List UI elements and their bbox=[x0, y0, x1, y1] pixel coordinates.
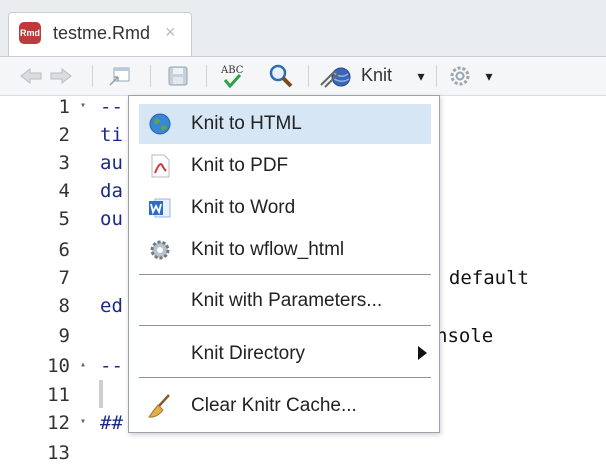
gutter-line: 10 ▴ bbox=[47, 355, 86, 377]
toolbar-separator bbox=[206, 65, 207, 87]
broom-icon bbox=[147, 393, 173, 419]
menu-item-knit-to-wflow-html[interactable]: Knit to wflow_html bbox=[139, 230, 431, 270]
menu-item-knit-to-pdf[interactable]: Knit to PDF bbox=[139, 146, 431, 186]
spellcheck-icon[interactable]: ABC bbox=[218, 63, 254, 89]
code-line-fragment[interactable]: : default bbox=[426, 267, 529, 297]
gear-dropdown-chevron-icon[interactable]: ▾ bbox=[480, 63, 498, 89]
editor-tab-strip: Rmd testme.Rmd × bbox=[0, 0, 606, 57]
knit-dropdown-chevron-icon[interactable]: ▾ bbox=[412, 63, 430, 89]
code-line[interactable]: au bbox=[100, 152, 123, 182]
knit-icon[interactable] bbox=[318, 63, 356, 89]
menu-item-label: Knit with Parameters... bbox=[191, 290, 383, 311]
code-line-fragment[interactable]: nsole bbox=[436, 325, 493, 355]
gutter-line: 3 bbox=[58, 152, 70, 174]
code-line[interactable]: -- bbox=[100, 355, 123, 385]
save-icon[interactable] bbox=[164, 63, 192, 89]
code-line[interactable]: ou bbox=[100, 208, 123, 238]
toolbar-separator bbox=[92, 65, 93, 87]
menu-item-label: Clear Knitr Cache... bbox=[191, 395, 357, 416]
find-icon[interactable] bbox=[266, 63, 296, 89]
gutter-line: 12 ▾ bbox=[47, 412, 86, 434]
submenu-arrow-icon bbox=[418, 346, 427, 360]
gutter-line: 8 bbox=[58, 295, 70, 317]
pdf-icon bbox=[147, 153, 173, 179]
gutter-line: 11 bbox=[47, 384, 70, 406]
knit-button-label[interactable]: Knit bbox=[361, 65, 392, 86]
close-icon[interactable]: × bbox=[165, 22, 176, 43]
fold-down-icon[interactable]: ▾ bbox=[80, 416, 86, 427]
gutter-line: 4 bbox=[58, 180, 70, 202]
gutter-line: 6 bbox=[58, 239, 70, 261]
spellcheck-text: ABC bbox=[220, 65, 244, 76]
gutter-line: 9 bbox=[58, 325, 70, 347]
text-cursor bbox=[99, 380, 103, 408]
gutter-line: 13 bbox=[47, 442, 70, 464]
menu-separator bbox=[139, 377, 431, 378]
toolbar-separator bbox=[308, 65, 309, 87]
gear-icon[interactable] bbox=[446, 63, 474, 89]
gutter-line: 2 bbox=[58, 124, 70, 146]
code-line[interactable]: da bbox=[100, 180, 123, 210]
code-line[interactable]: -- bbox=[100, 96, 123, 126]
editor-toolbar: ABC Knit ▾ ▾ bbox=[0, 57, 606, 96]
menu-item-label: Knit to HTML bbox=[191, 113, 302, 134]
menu-item-label: Knit Directory bbox=[191, 343, 306, 364]
fold-down-icon[interactable]: ▾ bbox=[80, 100, 86, 111]
menu-item-label: Knit to Word bbox=[191, 197, 296, 218]
menu-item-label: Knit to wflow_html bbox=[191, 239, 345, 260]
word-icon bbox=[147, 195, 173, 221]
menu-item-knit-with-parameters[interactable]: Knit with Parameters... bbox=[139, 281, 431, 321]
gutter-line: 7 bbox=[58, 267, 70, 289]
toolbar-separator bbox=[150, 65, 151, 87]
menu-item-clear-knitr-cache[interactable]: Clear Knitr Cache... bbox=[139, 386, 431, 426]
menu-item-knit-to-word[interactable]: Knit to Word bbox=[139, 188, 431, 228]
code-line[interactable]: ti bbox=[100, 124, 123, 154]
tab-filename: testme.Rmd bbox=[53, 23, 151, 43]
gutter-line: 1 ▾ bbox=[58, 96, 86, 118]
code-line[interactable]: ed bbox=[100, 295, 123, 325]
forward-arrow-icon[interactable] bbox=[48, 63, 74, 89]
globe-icon bbox=[147, 111, 173, 137]
menu-item-knit-to-html[interactable]: Knit to HTML bbox=[139, 104, 431, 144]
fold-up-icon[interactable]: ▴ bbox=[80, 359, 86, 370]
menu-separator bbox=[139, 325, 431, 326]
menu-item-label: Knit to PDF bbox=[191, 155, 289, 176]
tab-testme-rmd[interactable]: Rmd testme.Rmd × bbox=[8, 12, 192, 56]
gutter-line: 5 bbox=[58, 208, 70, 230]
menu-separator bbox=[139, 274, 431, 275]
gear-icon bbox=[147, 237, 173, 263]
code-line[interactable]: ## bbox=[100, 412, 123, 442]
back-arrow-icon[interactable] bbox=[18, 63, 44, 89]
menu-item-knit-directory[interactable]: Knit Directory bbox=[139, 334, 431, 374]
toolbar-separator bbox=[436, 65, 437, 87]
knit-dropdown-menu: Knit to HTML Knit to PDF Knit to Word Kn… bbox=[128, 95, 440, 433]
show-in-window-icon[interactable] bbox=[106, 63, 134, 89]
rmd-file-icon: Rmd bbox=[19, 22, 41, 44]
